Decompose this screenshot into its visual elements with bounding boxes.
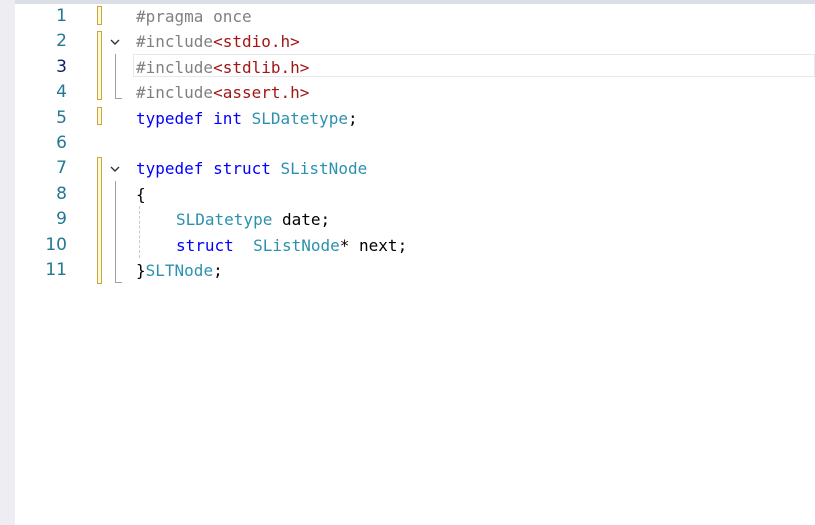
code-line[interactable]: 5 typedef int SLDatetype; bbox=[15, 106, 815, 131]
code-token: typedef bbox=[136, 108, 204, 128]
line-number: 6 bbox=[56, 133, 67, 153]
code-token: ; bbox=[213, 261, 223, 280]
code-token: struct bbox=[176, 235, 234, 255]
code-text[interactable]: #include<assert.h> bbox=[136, 80, 309, 105]
code-token: #pragma once bbox=[136, 7, 252, 26]
code-text[interactable]: #pragma once bbox=[136, 4, 252, 29]
line-number: 10 bbox=[45, 234, 67, 255]
code-token: <stdio.h> bbox=[213, 32, 300, 52]
editor-left-margin bbox=[0, 0, 15, 525]
code-line[interactable]: 6 bbox=[15, 131, 815, 156]
code-line[interactable]: 3 #include<stdlib.h> bbox=[15, 55, 815, 80]
code-token: #include bbox=[136, 83, 214, 103]
code-text[interactable]: typedef struct SListNode bbox=[136, 156, 367, 181]
code-line[interactable]: 7 typedef struct SListNode bbox=[15, 156, 815, 181]
code-token: int bbox=[213, 108, 242, 128]
code-token: #include bbox=[136, 32, 214, 52]
code-token: #include bbox=[136, 57, 214, 77]
code-line[interactable]: 8{ bbox=[15, 182, 815, 207]
code-text[interactable]: #include<stdlib.h> bbox=[136, 55, 309, 80]
code-text[interactable]: { bbox=[136, 182, 146, 207]
code-token: <stdlib.h> bbox=[213, 57, 310, 77]
line-number: 2 bbox=[56, 31, 67, 52]
code-token: SListNode bbox=[253, 235, 340, 255]
code-text[interactable]: SLDatetype date; bbox=[176, 207, 330, 232]
code-token: <assert.h> bbox=[213, 83, 310, 103]
line-number: 4 bbox=[56, 82, 67, 103]
code-line[interactable]: 9 SLDatetype date; bbox=[15, 207, 815, 232]
code-line[interactable]: 2 #include<stdio.h> bbox=[15, 29, 815, 54]
code-editor[interactable]: 1 #pragma once 2 #include<stdio.h> 3 #include… bbox=[15, 4, 815, 525]
code-token: SListNode bbox=[280, 159, 368, 179]
line-number: 7 bbox=[56, 158, 67, 179]
code-token: SLTNode bbox=[145, 261, 214, 280]
code-text[interactable]: typedef int SLDatetype; bbox=[136, 106, 358, 131]
line-number: 5 bbox=[56, 107, 67, 128]
line-number: 9 bbox=[56, 209, 67, 230]
code-line[interactable]: 4 #include<assert.h> bbox=[15, 80, 815, 105]
code-text[interactable]: struct SListNode* next; bbox=[176, 233, 407, 258]
code-token: * next; bbox=[339, 235, 408, 255]
line-number: 1 bbox=[56, 6, 67, 26]
code-token: { bbox=[136, 184, 146, 204]
line-number: 11 bbox=[45, 260, 67, 280]
line-number: 3 bbox=[56, 56, 67, 77]
code-token: } bbox=[136, 261, 146, 280]
code-token: struct bbox=[213, 159, 271, 179]
code-text[interactable]: }SLTNode; bbox=[136, 258, 223, 283]
code-token: SLDatetype bbox=[176, 210, 273, 230]
code-line[interactable]: 10 struct SListNode* next; bbox=[15, 233, 815, 258]
code-token: typedef bbox=[136, 159, 204, 179]
line-number: 8 bbox=[56, 183, 67, 204]
code-line[interactable]: 11}SLTNode; bbox=[15, 258, 815, 283]
code-text[interactable]: #include<stdio.h> bbox=[136, 29, 300, 54]
code-token: ; bbox=[347, 108, 358, 128]
code-line[interactable]: 1 #pragma once bbox=[15, 4, 815, 29]
code-token: date; bbox=[272, 210, 331, 230]
code-token: SLDatetype bbox=[251, 108, 348, 128]
